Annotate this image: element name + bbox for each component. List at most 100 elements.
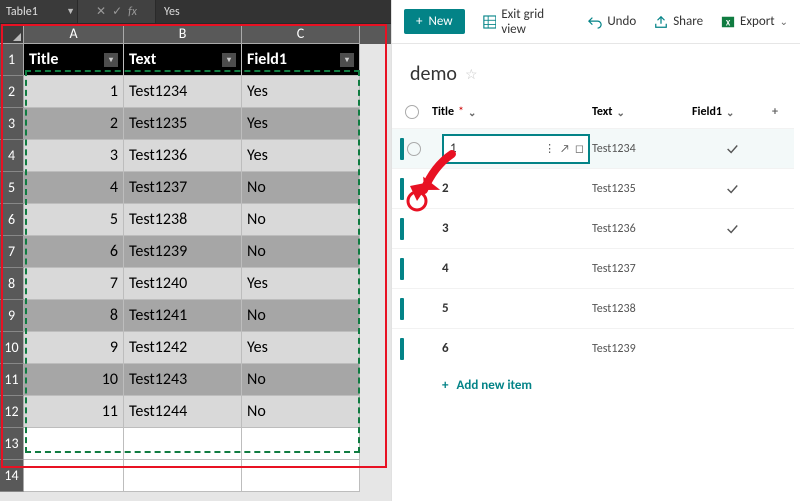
undo-button[interactable]: Undo [588,14,636,29]
cell[interactable]: 1 [24,76,124,108]
col-header-a[interactable]: A [24,24,124,44]
favorite-star-icon[interactable]: ☆ [465,66,478,83]
cell-text[interactable]: Test1234 [592,142,692,156]
list-item[interactable]: 6Test1239 [392,328,794,368]
row-header[interactable]: 9 [0,300,24,332]
cell[interactable] [24,428,124,460]
cell-text[interactable]: Test1236 [592,222,692,236]
list-item[interactable]: 4Test1237 [392,248,794,288]
confirm-icon[interactable]: ✓ [112,4,122,19]
list-item[interactable]: 5Test1238 [392,288,794,328]
cell[interactable]: 6 [24,236,124,268]
cell[interactable]: No [242,204,360,236]
cell-title[interactable]: 3 [432,221,592,236]
cell-field1[interactable] [692,142,772,156]
cell-title[interactable]: 1⋮↗◻ [432,134,592,164]
cell[interactable]: Yes [242,108,360,140]
row-header[interactable]: 2 [0,76,24,108]
cell-text[interactable]: Test1239 [592,342,692,356]
filter-dropdown-icon[interactable]: ▾ [104,53,118,67]
comment-icon[interactable]: ◻ [575,142,584,155]
cell[interactable]: Test1236 [124,140,242,172]
formula-value[interactable]: Yes [156,0,391,23]
list-item[interactable]: 1⋮↗◻Test1234 [392,128,794,168]
cell-text[interactable]: Test1235 [592,182,692,196]
cell[interactable] [242,460,360,492]
col-header-b[interactable]: B [124,24,242,44]
cell[interactable]: Test1237 [124,172,242,204]
cell[interactable]: 8 [24,300,124,332]
row-header[interactable]: 11 [0,364,24,396]
cell[interactable]: Test1241 [124,300,242,332]
cell[interactable] [124,428,242,460]
cell-title[interactable]: 5 [432,301,592,316]
row-selector[interactable] [392,178,432,200]
cell[interactable]: No [242,364,360,396]
cell[interactable]: Yes [242,76,360,108]
cell-title[interactable]: 4 [432,261,592,276]
cell[interactable]: Field1▾ [242,44,360,76]
cell[interactable] [24,460,124,492]
name-box[interactable]: Table1 ▼ [0,0,78,23]
add-new-item[interactable]: + Add new item [392,368,794,393]
row-header[interactable]: 14 [0,460,24,492]
cell[interactable]: No [242,236,360,268]
cell[interactable]: Test1242 [124,332,242,364]
row-header[interactable]: 3 [0,108,24,140]
name-box-dropdown-icon[interactable]: ▼ [66,6,75,17]
cell[interactable]: Test1234 [124,76,242,108]
cell[interactable]: No [242,172,360,204]
cell[interactable]: No [242,396,360,428]
cell[interactable]: Test1240 [124,268,242,300]
cell[interactable] [242,428,360,460]
row-selector[interactable] [392,298,432,320]
cell[interactable]: Title▾ [24,44,124,76]
cell[interactable]: 3 [24,140,124,172]
new-button[interactable]: + New [404,9,465,34]
cell[interactable]: 2 [24,108,124,140]
col-text[interactable]: Text ⌄ [592,105,692,119]
cell-field1[interactable] [692,222,772,236]
add-column-button[interactable]: + [772,105,792,119]
row-selector[interactable] [392,218,432,240]
cell[interactable]: 10 [24,364,124,396]
row-selector[interactable] [392,338,432,360]
row-header[interactable]: 8 [0,268,24,300]
row-header[interactable]: 6 [0,204,24,236]
cell-title[interactable]: 6 [432,341,592,356]
cell[interactable]: 4 [24,172,124,204]
cell[interactable]: Test1238 [124,204,242,236]
cell[interactable]: 9 [24,332,124,364]
cell[interactable]: Yes [242,140,360,172]
cell[interactable]: Yes [242,268,360,300]
cancel-icon[interactable]: ✕ [96,4,106,19]
fx-icon[interactable]: fx [128,5,137,19]
exit-grid-button[interactable]: Exit grid view [483,7,571,37]
cell-text[interactable]: Test1237 [592,262,692,276]
col-header-c[interactable]: C [242,24,360,44]
cell[interactable]: 11 [24,396,124,428]
row-header[interactable]: 12 [0,396,24,428]
export-button[interactable]: X Export ⌄ [721,14,788,29]
row-header[interactable]: 1 [0,44,24,76]
cell[interactable]: No [242,300,360,332]
cell-text[interactable]: Test1238 [592,302,692,316]
row-selector[interactable] [392,138,432,160]
cell-title[interactable]: 2 [432,181,592,196]
row-radio[interactable] [407,142,421,156]
row-header[interactable]: 5 [0,172,24,204]
share-icon[interactable]: ↗ [560,142,570,155]
cell[interactable]: Test1235 [124,108,242,140]
row-header[interactable]: 7 [0,236,24,268]
list-item[interactable]: 3Test1236 [392,208,794,248]
row-header[interactable]: 10 [0,332,24,364]
cell[interactable]: Text▾ [124,44,242,76]
cell[interactable]: Test1243 [124,364,242,396]
col-field1[interactable]: Field1 ⌄ [692,105,772,119]
select-all-corner[interactable] [0,24,24,44]
cell[interactable]: 5 [24,204,124,236]
filter-dropdown-icon[interactable]: ▾ [222,53,236,67]
row-selector[interactable] [392,258,432,280]
cell[interactable]: Yes [242,332,360,364]
row-header[interactable]: 4 [0,140,24,172]
